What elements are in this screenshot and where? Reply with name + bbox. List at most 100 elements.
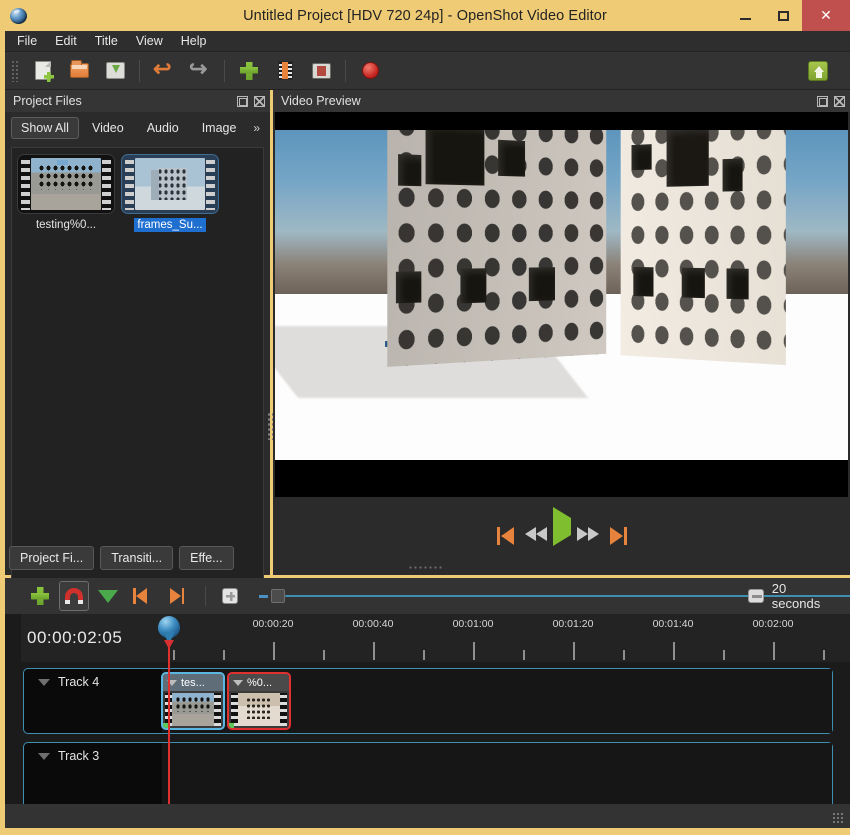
ruler-label: 00:02:00	[752, 618, 794, 630]
new-project-button[interactable]	[28, 56, 58, 86]
add-marker-button[interactable]	[93, 581, 123, 611]
magnet-icon	[64, 588, 83, 604]
redo-button[interactable]	[185, 56, 215, 86]
filter-tab-image[interactable]: Image	[192, 117, 247, 139]
track-label: Track 4	[58, 675, 100, 689]
file-thumbnail	[17, 154, 115, 214]
menu-title[interactable]: Title	[95, 34, 118, 48]
float-icon[interactable]	[816, 95, 829, 108]
ruler-label: 00:00:40	[352, 618, 394, 630]
timeline-clip[interactable]: %0...	[227, 672, 291, 730]
clip-header: %0...	[229, 674, 289, 691]
filter-overflow-button[interactable]: »	[253, 121, 266, 135]
minimize-button[interactable]	[726, 0, 764, 31]
timeline-toolbar: 20 seconds	[5, 578, 850, 614]
add-track-button[interactable]	[25, 581, 55, 611]
collapse-caret-icon[interactable]	[38, 753, 50, 760]
timeline-zoom-slider[interactable]	[259, 586, 850, 606]
zoom-dropdown-icon[interactable]	[747, 589, 764, 603]
timeline-ruler[interactable]: 00:00:20 00:00:40 00:01:00 00:01:20 00:0…	[21, 614, 850, 662]
filter-tab-video[interactable]: Video	[82, 117, 134, 139]
window-frame-bottom	[0, 828, 850, 835]
toolbar-drag-handle[interactable]	[11, 59, 19, 82]
work-area: Project Files Show All Video Audio Image…	[5, 90, 850, 617]
export-video-button[interactable]	[355, 56, 385, 86]
close-icon[interactable]	[833, 95, 846, 108]
horizontal-splitter-handle[interactable]	[0, 560, 850, 574]
open-folder-icon	[69, 60, 89, 78]
file-thumbnail	[121, 154, 219, 214]
toolbar-separator	[224, 59, 225, 82]
clip-title: tes...	[181, 676, 205, 689]
timeline-tracks[interactable]: Track 4 tes... %0... Track 3	[21, 662, 850, 804]
undo-arrow-icon	[153, 56, 175, 82]
menu-bar: File Edit Title View Help	[5, 31, 850, 52]
project-files-dock: Project Files Show All Video Audio Image…	[5, 90, 270, 617]
project-files-title: Project Files	[13, 94, 82, 108]
filter-tab-audio[interactable]: Audio	[137, 117, 189, 139]
previous-marker-icon	[133, 588, 150, 604]
undo-button[interactable]	[149, 56, 179, 86]
preview-frame-image	[275, 130, 848, 460]
film-sprocket-icon	[231, 693, 238, 726]
thumbnail-image	[31, 158, 101, 210]
play-icon	[552, 507, 571, 546]
slider-handle[interactable]	[271, 589, 286, 603]
choose-profile-button[interactable]	[270, 56, 300, 86]
timeline-track-3[interactable]: Track 3	[23, 742, 833, 804]
timeline: 00:00:20 00:00:40 00:01:00 00:01:20 00:0…	[5, 614, 850, 804]
file-filter-tabs: Show All Video Audio Image »	[5, 112, 270, 140]
collapse-caret-icon[interactable]	[38, 679, 50, 686]
toolbar-separator	[204, 586, 206, 606]
film-sprocket-icon	[102, 158, 111, 210]
ruler-label: 00:01:40	[652, 618, 694, 630]
green-plus-icon	[30, 587, 49, 605]
menu-file[interactable]: File	[17, 34, 37, 48]
timeline-clip[interactable]: tes...	[161, 672, 225, 730]
timeline-playhead[interactable]	[158, 616, 180, 804]
main-toolbar	[5, 52, 850, 90]
window-controls: ✕	[726, 0, 850, 31]
red-record-icon	[361, 62, 379, 79]
video-preview-dock: Video Preview	[273, 90, 850, 575]
clip-start-marker	[229, 723, 234, 728]
window-title: Untitled Project [HDV 720 24p] - OpenSho…	[243, 7, 607, 24]
clip-thumbnail	[231, 693, 287, 726]
window-resize-grip[interactable]	[832, 812, 844, 824]
thumbnail-image	[238, 693, 280, 726]
maximize-button[interactable]	[764, 0, 802, 31]
film-sprocket-icon	[206, 158, 215, 210]
open-project-button[interactable]	[64, 56, 94, 86]
film-sprocket-icon	[21, 158, 30, 210]
timeline-track-4[interactable]: Track 4 tes... %0...	[23, 668, 833, 734]
film-strip-icon	[277, 61, 293, 80]
save-project-button[interactable]	[100, 56, 130, 86]
filter-tab-show-all[interactable]: Show All	[11, 116, 79, 139]
status-bar	[5, 804, 850, 828]
previous-marker-button[interactable]	[127, 581, 157, 611]
upload-to-web-button[interactable]	[803, 56, 833, 86]
ruler-label: 00:01:00	[452, 618, 494, 630]
video-preview-canvas[interactable]	[275, 112, 848, 497]
save-disk-icon	[105, 62, 125, 79]
fullscreen-button[interactable]	[306, 56, 336, 86]
next-marker-button[interactable]	[161, 581, 191, 611]
center-playhead-button[interactable]	[216, 581, 246, 611]
track-lane[interactable]	[162, 743, 832, 804]
list-item[interactable]: testing%0...	[16, 154, 116, 233]
menu-view[interactable]: View	[136, 34, 163, 48]
import-files-button[interactable]	[234, 56, 264, 86]
building-left-face	[387, 130, 607, 367]
menu-help[interactable]: Help	[181, 34, 207, 48]
list-item[interactable]: frames_Su...	[120, 154, 220, 233]
snapping-toggle-button[interactable]	[58, 581, 89, 611]
clip-menu-caret-icon[interactable]	[233, 679, 243, 686]
close-icon[interactable]	[253, 95, 266, 108]
close-button[interactable]: ✕	[802, 0, 850, 31]
playhead-handle[interactable]	[158, 616, 180, 649]
title-bar: Untitled Project [HDV 720 24p] - OpenSho…	[0, 0, 850, 31]
float-icon[interactable]	[236, 95, 249, 108]
toolbar-separator	[345, 59, 346, 82]
menu-edit[interactable]: Edit	[55, 34, 77, 48]
play-button[interactable]	[552, 507, 571, 546]
